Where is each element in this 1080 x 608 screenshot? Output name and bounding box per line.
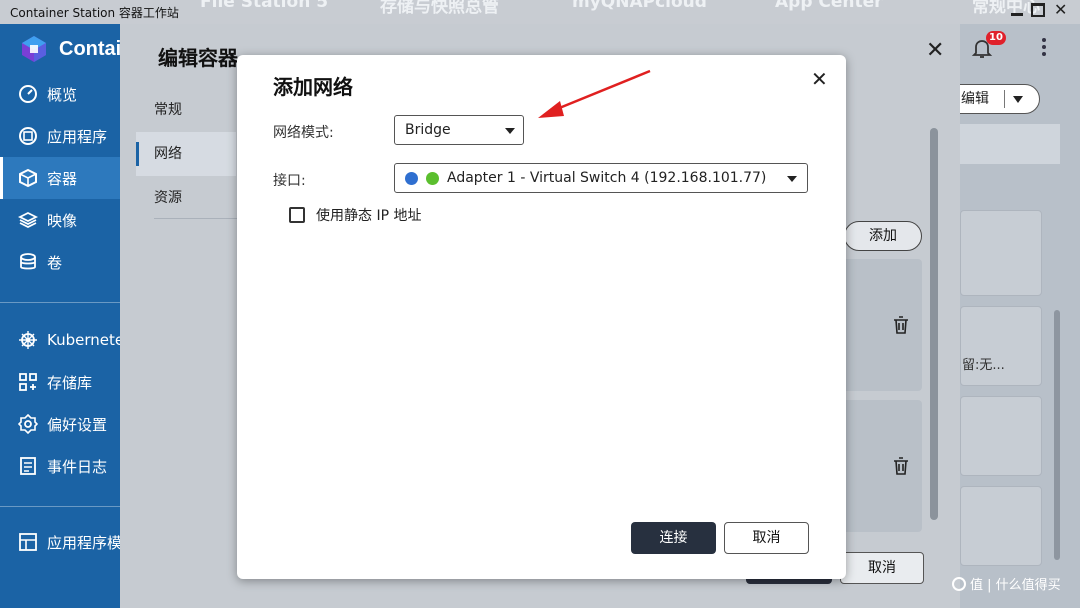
add-network-dialog: 添加网络 ✕ 网络模式: Bridge 接口: Adapter 1 - Virt… xyxy=(237,55,846,579)
grid-icon xyxy=(19,373,37,391)
add-network-button[interactable]: 添加 xyxy=(844,221,922,251)
sidebar-item-label: 概览 xyxy=(47,85,78,104)
window-close-icon[interactable]: ✕ xyxy=(1054,2,1068,18)
background-card xyxy=(960,396,1042,476)
background-card xyxy=(960,486,1042,566)
network-adapter-icon xyxy=(405,172,418,185)
sidebar-item-label: 存储库 xyxy=(47,373,93,392)
apps-icon xyxy=(19,127,37,145)
more-menu-icon[interactable] xyxy=(1040,38,1048,58)
background-card xyxy=(960,306,1042,386)
tab-network[interactable]: 网络 xyxy=(136,132,236,176)
connected-status-icon xyxy=(426,172,439,185)
sidebar-item-event-log[interactable]: 事件日志 xyxy=(0,445,120,487)
dropdown-caret-icon xyxy=(505,128,515,134)
tab-resources[interactable]: 资源 xyxy=(136,176,236,220)
trash-icon[interactable] xyxy=(892,456,910,476)
sidebar-divider xyxy=(0,302,120,303)
tab-label: 资源 xyxy=(154,190,182,206)
sidebar-item-label: 映像 xyxy=(47,211,78,230)
sidebar-item-label: 偏好设置 xyxy=(47,415,108,434)
brand[interactable]: Contai xyxy=(20,36,121,62)
sidebar-item-label: 容器 xyxy=(47,169,78,188)
background-scrollbar[interactable] xyxy=(1054,310,1060,560)
sidebar-item-app-templates[interactable]: 应用程序模 xyxy=(0,521,120,563)
edit-button-label: 编辑 xyxy=(961,91,989,107)
network-mode-select[interactable]: Bridge xyxy=(394,115,524,145)
sidebar-item-label: 应用程序 xyxy=(47,127,108,146)
database-icon xyxy=(20,253,36,270)
background-header-strip xyxy=(960,124,1060,164)
static-ip-checkbox[interactable] xyxy=(289,207,305,223)
notification-badge: 10 xyxy=(986,31,1006,45)
background-tab-file-station[interactable]: File Station 5 xyxy=(200,0,328,12)
template-icon xyxy=(19,533,37,551)
container-cube-icon xyxy=(19,168,37,188)
layers-icon xyxy=(18,211,38,229)
trash-icon[interactable] xyxy=(892,315,910,335)
sidebar-item-label: 事件日志 xyxy=(47,457,108,476)
background-tab-storage[interactable]: 存储与快照总管 xyxy=(380,0,499,17)
watermark-logo-icon xyxy=(952,576,966,591)
edit-cancel-button[interactable]: 取消 xyxy=(840,552,924,584)
annotation-arrow xyxy=(538,69,651,118)
edit-dialog-nav: 常规 网络 资源 xyxy=(136,88,236,220)
interface-value: Adapter 1 - Virtual Switch 4 (192.168.10… xyxy=(447,170,767,186)
dashboard-icon xyxy=(19,85,37,103)
tab-general[interactable]: 常规 xyxy=(136,88,236,132)
sidebar-item-label: 卷 xyxy=(47,253,63,272)
sidebar-item-kubernetes[interactable]: Kubernetes xyxy=(0,319,120,361)
background-card xyxy=(960,210,1042,296)
sidebar-item-apps[interactable]: 应用程序 xyxy=(0,115,120,157)
split-divider xyxy=(1004,90,1005,108)
window-titlebar: Container Station 容器工作站 File Station 5 存… xyxy=(0,0,1080,24)
sidebar-item-containers[interactable]: 容器 xyxy=(0,157,120,199)
background-tab-myqnapcloud[interactable]: myQNAPcloud xyxy=(572,0,707,12)
interface-select[interactable]: Adapter 1 - Virtual Switch 4 (192.168.10… xyxy=(394,163,808,193)
gear-icon xyxy=(18,414,38,434)
sidebar-item-images[interactable]: 映像 xyxy=(0,199,120,241)
app-title: Container Station 容器工作站 xyxy=(10,6,179,20)
static-ip-label: 使用静态 IP 地址 xyxy=(316,208,422,224)
log-icon xyxy=(20,457,36,475)
sidebar-item-preferences[interactable]: 偏好设置 xyxy=(0,403,120,445)
connect-button[interactable]: 连接 xyxy=(631,522,716,554)
sidebar-item-volumes[interactable]: 卷 xyxy=(0,241,120,283)
add-network-title: 添加网络 xyxy=(273,75,353,99)
tab-label: 常规 xyxy=(154,102,182,118)
chevron-down-icon xyxy=(1013,96,1023,103)
network-mode-value: Bridge xyxy=(405,122,451,138)
tab-label: 网络 xyxy=(154,146,182,162)
sidebar-item-overview[interactable]: 概览 xyxy=(0,73,120,115)
maximize-icon[interactable] xyxy=(1031,3,1045,17)
dialog-close-icon[interactable]: ✕ xyxy=(811,67,828,91)
helm-wheel-icon xyxy=(19,331,37,349)
minimize-icon[interactable] xyxy=(1010,3,1024,17)
brand-name: Contai xyxy=(59,37,122,60)
sidebar-item-label: 应用程序模 xyxy=(47,533,120,552)
sidebar-divider xyxy=(0,506,120,507)
background-tab-app-center[interactable]: App Center xyxy=(775,0,883,12)
sidebar: Contai 概览 应用程序 容器 映像 卷 Kubernetes 存储库 偏好… xyxy=(0,24,121,608)
static-ip-option[interactable]: 使用静态 IP 地址 xyxy=(289,205,421,225)
background-tab-control[interactable]: 常规中心 xyxy=(972,0,1040,17)
edit-dialog-scrollbar[interactable] xyxy=(930,128,938,520)
sidebar-item-registry[interactable]: 存储库 xyxy=(0,361,120,403)
container-station-logo-icon xyxy=(20,35,48,63)
background-card-text: 留:无... xyxy=(962,358,1005,373)
nav-divider xyxy=(154,218,238,219)
sidebar-item-label: Kubernetes xyxy=(47,331,120,349)
edit-dialog-title: 编辑容器 xyxy=(158,46,238,70)
interface-label: 接口: xyxy=(273,173,306,189)
watermark: 值 | 什么值得买 xyxy=(952,574,1061,593)
dropdown-caret-icon xyxy=(787,176,797,182)
edit-dialog-close-icon[interactable]: ✕ xyxy=(926,38,944,63)
network-mode-label: 网络模式: xyxy=(273,125,334,141)
watermark-text: 值 | 什么值得买 xyxy=(970,578,1061,593)
cancel-button[interactable]: 取消 xyxy=(724,522,809,554)
